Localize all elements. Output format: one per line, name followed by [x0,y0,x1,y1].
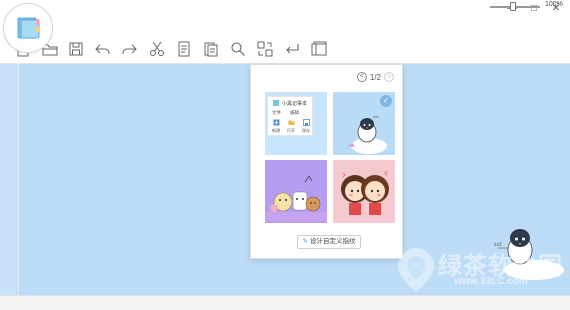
line-margin [0,64,18,295]
save-icon[interactable] [67,40,85,58]
penguin-illustration: zzz [347,114,387,154]
title-bar: — □ ✕ [0,0,570,34]
mini-open-icon [288,120,295,125]
skin-panel: < 1/2 > 小黑记事本 文件 编辑 新建 打开 保存 zzz ✓ ✎ 设计自… [250,64,403,259]
status-bar [0,295,570,310]
search-icon[interactable] [229,40,247,58]
mini-new-label: 新建 [272,128,280,133]
couple-illustration [341,170,389,215]
replace-icon[interactable] [256,40,274,58]
maximize-button[interactable]: □ [526,2,542,16]
characters-illustration [265,175,327,222]
skin-thumb-characters[interactable] [265,160,327,223]
mini-new-icon [273,119,280,126]
svg-text:zzz: zzz [373,114,379,119]
skin-thumb-couple[interactable] [333,160,395,223]
prev-page-button[interactable]: < [356,72,367,82]
return-icon[interactable] [283,40,301,58]
mini-app-title: 小黑记事本 [282,101,308,107]
cut-icon[interactable] [148,40,166,58]
mini-logo-icon [273,100,279,106]
design-custom-skin-button[interactable]: ✎ 设计自定义指纹 [297,235,361,249]
mini-save-label: 保存 [302,128,310,133]
toolbar [0,34,570,64]
mini-app-preview: 小黑记事本 文件 编辑 新建 打开 保存 [267,96,313,136]
margin-divider [18,64,19,295]
undo-icon[interactable] [94,40,112,58]
mini-toolbar: 新建 打开 保存 [270,118,312,136]
zoom-slider-handle[interactable] [510,2,516,11]
watermark: 绿茶软件园 www.33LC.com [394,244,570,296]
redo-icon[interactable] [120,40,138,58]
mini-open-label: 打开 [287,128,295,133]
selected-check-icon: ✓ [380,95,392,107]
paste-icon[interactable] [202,40,220,58]
pencil-icon: ✎ [302,238,308,245]
design-button-label: 设计自定义指纹 [309,238,356,245]
copy-icon[interactable] [175,40,193,58]
app-logo[interactable] [3,3,53,53]
next-page-button[interactable]: > [384,72,394,82]
zoom-level: 100% [545,1,563,8]
pager: < 1/2 > [356,72,394,82]
mini-save-icon [303,119,310,126]
page-indicator: 1/2 [369,72,381,82]
skin-thumb-default[interactable]: 小黑记事本 文件 编辑 新建 打开 保存 [265,92,327,155]
watermark-url: www.33LC.com [454,276,528,287]
watermark-logo-icon [398,248,434,292]
mini-menu-file: 文件 [272,110,281,115]
panel-icon[interactable] [310,40,328,58]
notebook-logo-icon [17,17,40,39]
mini-menu-edit: 编辑 [290,110,299,115]
skin-thumb-penguin[interactable]: zzz ✓ [333,92,395,155]
